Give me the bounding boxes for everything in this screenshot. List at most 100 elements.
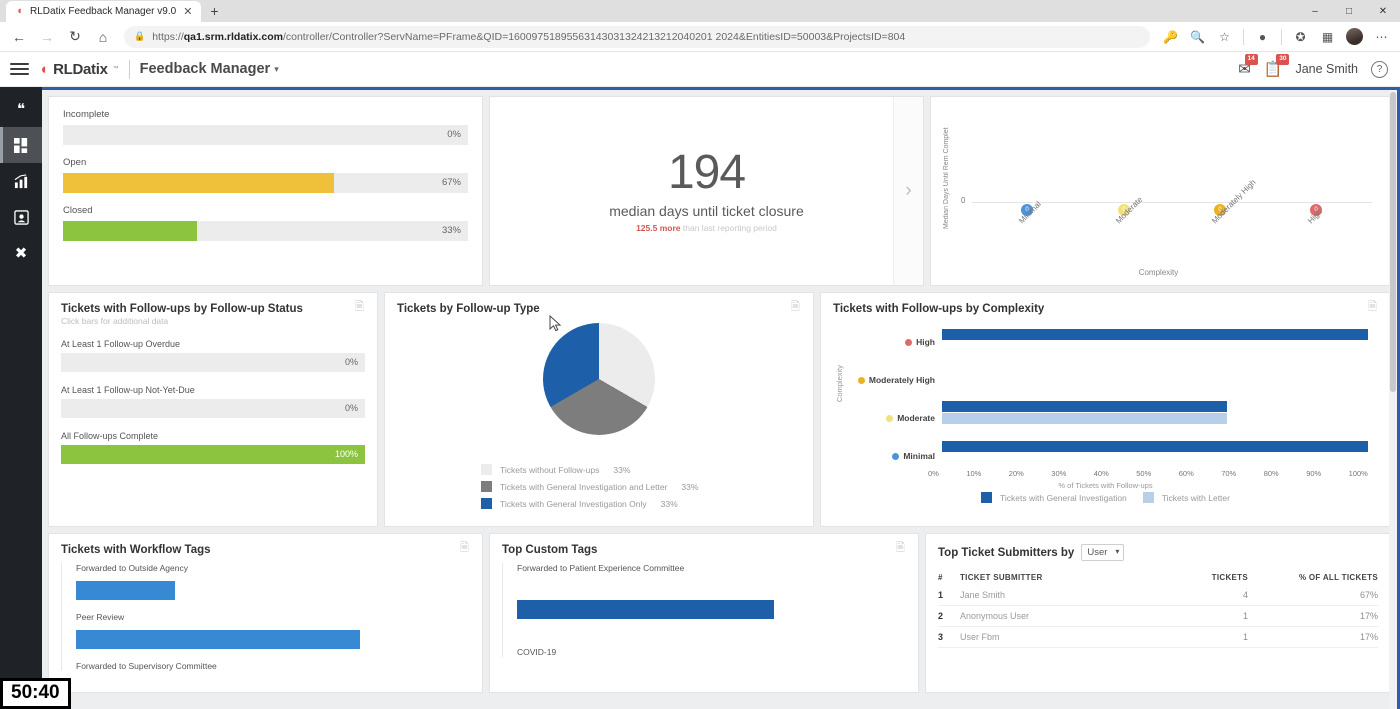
home-icon[interactable]: ⌂ [90, 25, 116, 49]
bar-general-investigation[interactable] [942, 401, 1228, 412]
complexity-x-ticks: 0% 10% 20% 30% 40% 50% 60% 70% 80% 90% 1… [928, 469, 1368, 478]
table-row[interactable]: 3 User Fbm 1 17% [938, 626, 1378, 648]
bar-letter[interactable] [942, 413, 1228, 424]
workflow-bar[interactable] [76, 581, 175, 600]
card-title: Tickets with Follow-ups by Complexity [833, 303, 1045, 315]
address-bar[interactable]: 🔒 https://qa1.srm.rldatix.com/controller… [124, 25, 1150, 48]
legend-item[interactable]: Tickets with General Investigation and L… [481, 481, 801, 492]
followup-label: At Least 1 Follow-up Overdue [61, 339, 181, 349]
legend-swatch [481, 481, 492, 492]
table-row[interactable]: 1 Jane Smith 4 67% [938, 585, 1378, 606]
scatter-x-axis-label: Complexity [1138, 268, 1179, 277]
close-icon[interactable]: ✕ [181, 5, 194, 18]
collections-star-icon[interactable]: ✪ [1288, 25, 1313, 49]
key-icon[interactable]: 🔑 [1158, 25, 1183, 49]
legend-label: Tickets with General Investigation Only [500, 498, 647, 509]
custom-tag-label: Forwarded to Patient Experience Committe… [517, 563, 685, 573]
legend-label: Tickets without Follow-ups [500, 464, 600, 475]
complexity-plot: Complexity High Moderately High Moderate… [833, 325, 1378, 490]
status-bar-track[interactable]: 67% [63, 173, 468, 193]
bar-general-investigation[interactable] [942, 329, 1368, 340]
sidebar-item-reports[interactable] [0, 163, 42, 199]
status-bar-track[interactable]: 33% [63, 221, 468, 241]
legend-item[interactable]: Tickets with General Investigation Only … [481, 498, 801, 509]
chevron-right-icon[interactable]: › [893, 97, 923, 285]
card-ticket-status: Incomplete 0% Open 67% Closed 33% [48, 96, 483, 286]
cell-rank: 2 [938, 605, 960, 627]
browser-essentials-icon[interactable]: ● [1250, 25, 1275, 49]
user-name[interactable]: Jane Smith [1295, 62, 1358, 76]
tab-strip: ◖ RLDatix Feedback Manager v9.0 ✕ + – □ … [0, 0, 1400, 22]
legend-item[interactable]: Tickets without Follow-ups 33% [481, 464, 801, 475]
category-label: High [916, 337, 935, 347]
complexity-y-axis-label: Complexity [835, 365, 844, 403]
minimize-button[interactable]: – [1298, 0, 1332, 22]
export-icon[interactable]: 🗎 [355, 302, 366, 315]
browser-tab[interactable]: ◖ RLDatix Feedback Manager v9.0 ✕ [6, 1, 202, 22]
export-icon[interactable]: 🗎 [791, 302, 802, 315]
custom-tag-bar[interactable] [517, 600, 774, 619]
scatter-y-tick-0: 0 [961, 196, 966, 205]
tasks-button[interactable]: 📋 30 [1264, 54, 1290, 78]
followup-bar-group: All Follow-ups Complete 100% [61, 431, 365, 464]
submitter-group-select[interactable]: User [1081, 544, 1125, 561]
legend-value: 33% [681, 481, 699, 492]
workflow-bar[interactable] [76, 630, 360, 649]
export-icon[interactable]: 🗎 [896, 543, 907, 556]
dashboard-content: Incomplete 0% Open 67% Closed 33% 194 me… [42, 87, 1400, 709]
content-scrollbar[interactable] [1389, 90, 1397, 709]
maximize-button[interactable]: □ [1332, 0, 1366, 22]
complexity-bars [942, 325, 1368, 359]
zoom-search-icon[interactable]: 🔍 [1185, 25, 1210, 49]
column-tickets: TICKETS [1211, 573, 1248, 582]
submitters-table: # TICKET SUBMITTER TICKETS % OF ALL TICK… [938, 570, 1378, 648]
brand-logo[interactable]: ◖ RLDatix ™ [39, 61, 119, 78]
reload-icon[interactable]: ↻ [62, 25, 88, 49]
cell-rank: 1 [938, 585, 960, 606]
legend-item[interactable]: Tickets with Letter [1142, 492, 1230, 503]
forward-icon[interactable]: → [34, 25, 60, 49]
followup-bar-track[interactable]: 100% [61, 445, 365, 464]
sidebar-item-feedback[interactable]: ❝ [0, 91, 42, 127]
kpi-delta: 125.5 more than last reporting period [636, 223, 777, 233]
app-name: Feedback Manager [139, 61, 271, 77]
scrollbar-thumb[interactable] [1390, 92, 1396, 392]
favorite-star-icon[interactable]: ☆ [1212, 25, 1237, 49]
export-icon[interactable]: 🗎 [460, 543, 471, 556]
cell-submitter: User Fbm [960, 626, 1158, 648]
messages-button[interactable]: ✉ 14 [1238, 54, 1258, 78]
close-window-button[interactable]: ✕ [1366, 0, 1400, 22]
more-options-icon[interactable]: ⋯ [1369, 25, 1394, 49]
sidebar-item-tools[interactable]: ✖ [0, 235, 42, 271]
complexity-legend: Tickets with General Investigation Ticke… [833, 492, 1378, 509]
bar-general-investigation[interactable] [942, 441, 1368, 452]
complexity-row: Moderately High [847, 363, 1368, 397]
legend-item[interactable]: Tickets with General Investigation [981, 492, 1127, 503]
legend-value: 33% [613, 464, 631, 475]
back-icon[interactable]: ← [6, 25, 32, 49]
hamburger-menu-icon[interactable] [10, 63, 29, 75]
x-tick: 90% [1306, 469, 1322, 478]
export-icon[interactable]: 🗎 [1368, 302, 1379, 315]
app-name-dropdown[interactable]: Feedback Manager ▾ [140, 61, 279, 77]
scatter-plot: Median Days Until Rem Complet 0 0 Minima… [937, 103, 1380, 279]
workflow-label: Forwarded to Outside Agency [76, 563, 188, 573]
legend-swatch [981, 492, 993, 503]
sidebar-item-dashboard[interactable] [0, 127, 42, 163]
sidebar-item-library[interactable] [0, 199, 42, 235]
card-kpi-median-days: 194 median days until ticket closure 125… [489, 96, 924, 286]
table-row[interactable]: 2 Anonymous User 1 17% [938, 605, 1378, 627]
extensions-icon[interactable]: ▦ [1315, 25, 1340, 49]
scatter-y-axis-label: Median Days Until Rem Complet [943, 127, 950, 229]
followup-bar-track[interactable]: 0% [61, 353, 365, 372]
card-followup-status: Tickets with Follow-ups by Follow-up Sta… [48, 292, 378, 527]
trademark-symbol: ™ [112, 66, 119, 72]
pie-chart[interactable] [543, 323, 655, 435]
followup-bar-track[interactable]: 0% [61, 399, 365, 418]
new-tab-button[interactable]: + [210, 3, 218, 19]
left-sidebar: ❝ ✖ [0, 87, 42, 709]
help-icon[interactable]: ? [1371, 60, 1388, 78]
complexity-row: High [847, 325, 1368, 359]
profile-avatar[interactable] [1342, 25, 1367, 49]
status-bar-track[interactable]: 0% [63, 125, 468, 145]
